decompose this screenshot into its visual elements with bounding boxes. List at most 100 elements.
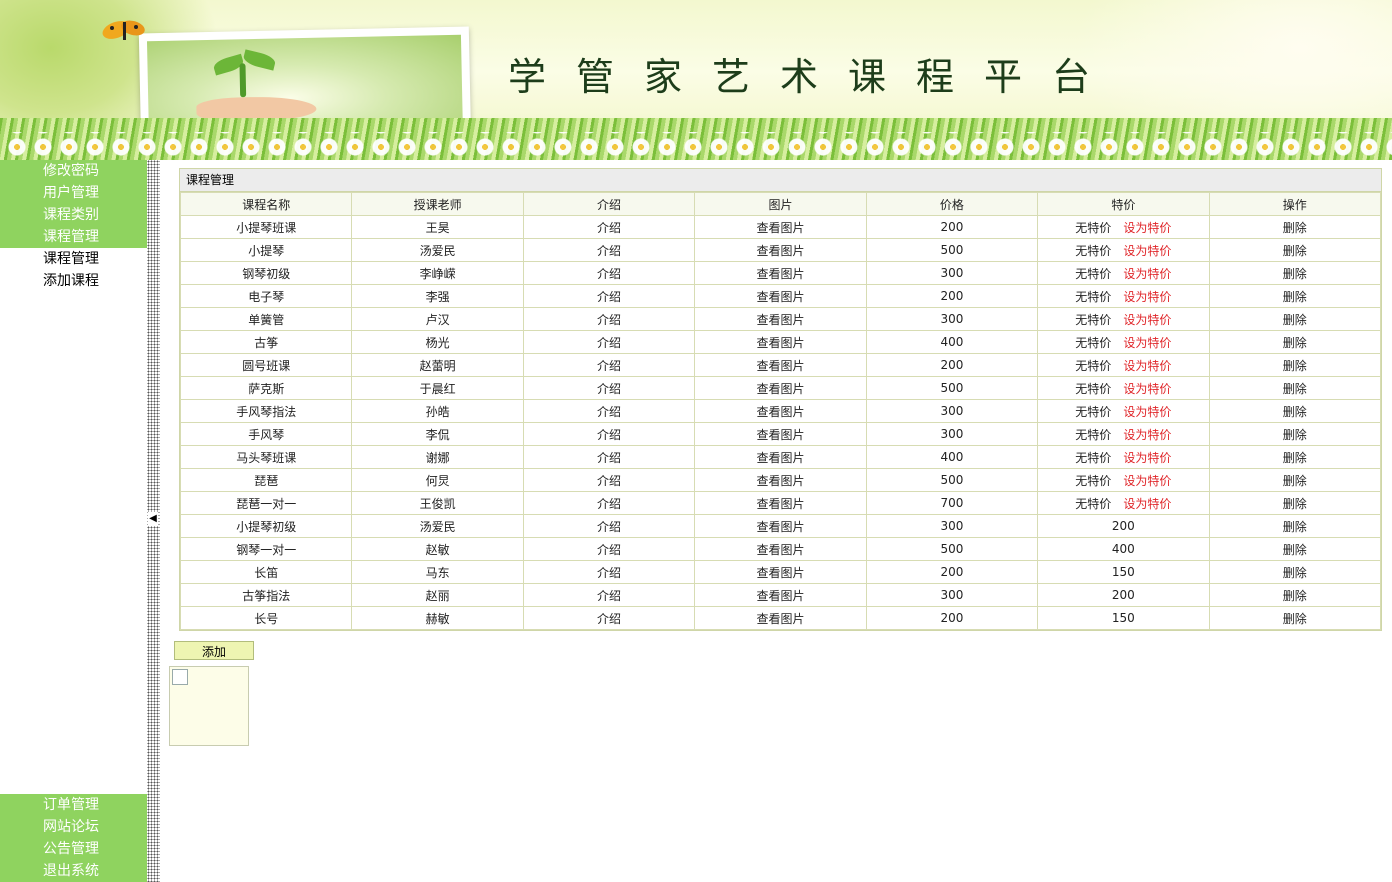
nav-logout[interactable]: 退出系统 — [0, 860, 147, 882]
teacher-cell: 赵敏 — [351, 537, 524, 561]
col-header-intro: 介绍 — [522, 192, 696, 216]
view-image-link[interactable]: 查看图片 — [694, 330, 867, 354]
delete-link[interactable]: 删除 — [1208, 353, 1382, 377]
nav-change-password[interactable]: 修改密码 — [0, 160, 147, 182]
delete-link[interactable]: 删除 — [1208, 307, 1382, 331]
intro-link[interactable]: 介绍 — [522, 238, 696, 262]
teacher-cell: 马东 — [351, 560, 524, 584]
set-special-link[interactable]: 设为特价 — [1123, 451, 1171, 465]
view-image-link[interactable]: 查看图片 — [694, 307, 867, 331]
nav-forum[interactable]: 网站论坛 — [0, 816, 147, 838]
nav-announcement-management[interactable]: 公告管理 — [0, 838, 147, 860]
view-image-link[interactable]: 查看图片 — [694, 468, 867, 492]
delete-link[interactable]: 删除 — [1208, 560, 1382, 584]
view-image-link[interactable]: 查看图片 — [694, 238, 867, 262]
delete-link[interactable]: 删除 — [1208, 537, 1382, 561]
table-row: 长号 赫敏 介绍 查看图片 200 150 删除 — [179, 606, 1382, 630]
collapse-sidebar-icon[interactable]: ◀ — [148, 512, 158, 526]
set-special-link[interactable]: 设为特价 — [1123, 428, 1171, 442]
delete-link[interactable]: 删除 — [1208, 445, 1382, 469]
subnav-course-management[interactable]: 课程管理 — [0, 248, 147, 270]
special-price-value: 无特价 — [1075, 450, 1112, 465]
intro-link[interactable]: 介绍 — [522, 537, 696, 561]
intro-link[interactable]: 介绍 — [522, 307, 696, 331]
price-cell: 500 — [865, 238, 1039, 262]
view-image-link[interactable]: 查看图片 — [694, 261, 867, 285]
set-special-link[interactable]: 设为特价 — [1123, 313, 1171, 327]
intro-link[interactable]: 介绍 — [522, 583, 696, 607]
special-price-value: 无特价 — [1075, 496, 1112, 511]
course-name-cell: 小提琴班课 — [179, 215, 353, 239]
set-special-link[interactable]: 设为特价 — [1123, 382, 1171, 396]
view-image-link[interactable]: 查看图片 — [694, 399, 867, 423]
nav-order-management[interactable]: 订单管理 — [0, 794, 147, 816]
special-price-cell: 200 — [1037, 514, 1210, 538]
intro-link[interactable]: 介绍 — [522, 445, 696, 469]
table-row: 手风琴 李侃 介绍 查看图片 300 无特价 设为特价 删除 — [179, 422, 1382, 446]
subnav-add-course[interactable]: 添加课程 — [0, 270, 147, 292]
view-image-link[interactable]: 查看图片 — [694, 491, 867, 515]
delete-link[interactable]: 删除 — [1208, 422, 1382, 446]
set-special-link[interactable]: 设为特价 — [1123, 359, 1171, 373]
delete-link[interactable]: 删除 — [1208, 606, 1382, 630]
intro-link[interactable]: 介绍 — [522, 514, 696, 538]
set-special-link[interactable]: 设为特价 — [1123, 290, 1171, 304]
delete-link[interactable]: 删除 — [1208, 330, 1382, 354]
view-image-link[interactable]: 查看图片 — [694, 376, 867, 400]
delete-link[interactable]: 删除 — [1208, 215, 1382, 239]
intro-link[interactable]: 介绍 — [522, 261, 696, 285]
intro-link[interactable]: 介绍 — [522, 491, 696, 515]
nav-course-category[interactable]: 课程类别 — [0, 204, 147, 226]
intro-link[interactable]: 介绍 — [522, 353, 696, 377]
delete-link[interactable]: 删除 — [1208, 284, 1382, 308]
set-special-link[interactable]: 设为特价 — [1123, 474, 1171, 488]
special-price-value: 无特价 — [1075, 289, 1112, 304]
intro-link[interactable]: 介绍 — [522, 606, 696, 630]
course-name-cell: 马头琴班课 — [179, 445, 353, 469]
special-price-value: 无特价 — [1075, 358, 1112, 373]
intro-link[interactable]: 介绍 — [522, 468, 696, 492]
intro-link[interactable]: 介绍 — [522, 284, 696, 308]
teacher-cell: 王昊 — [351, 215, 524, 239]
delete-link[interactable]: 删除 — [1208, 491, 1382, 515]
add-course-button[interactable]: 添加 — [174, 641, 254, 660]
view-image-link[interactable]: 查看图片 — [694, 514, 867, 538]
special-price-cell: 200 — [1037, 583, 1210, 607]
intro-link[interactable]: 介绍 — [522, 399, 696, 423]
view-image-link[interactable]: 查看图片 — [694, 606, 867, 630]
delete-link[interactable]: 删除 — [1208, 238, 1382, 262]
delete-link[interactable]: 删除 — [1208, 399, 1382, 423]
special-price-cell: 无特价 设为特价 — [1037, 261, 1210, 285]
delete-link[interactable]: 删除 — [1208, 376, 1382, 400]
set-special-link[interactable]: 设为特价 — [1123, 336, 1171, 350]
view-image-link[interactable]: 查看图片 — [694, 215, 867, 239]
set-special-link[interactable]: 设为特价 — [1123, 497, 1171, 511]
delete-link[interactable]: 删除 — [1208, 514, 1382, 538]
delete-link[interactable]: 删除 — [1208, 261, 1382, 285]
course-name-cell: 小提琴 — [179, 238, 353, 262]
set-special-link[interactable]: 设为特价 — [1123, 267, 1171, 281]
set-special-link[interactable]: 设为特价 — [1123, 405, 1171, 419]
view-image-link[interactable]: 查看图片 — [694, 353, 867, 377]
view-image-link[interactable]: 查看图片 — [694, 422, 867, 446]
delete-link[interactable]: 删除 — [1208, 468, 1382, 492]
view-image-link[interactable]: 查看图片 — [694, 284, 867, 308]
intro-link[interactable]: 介绍 — [522, 376, 696, 400]
set-special-link[interactable]: 设为特价 — [1123, 221, 1171, 235]
view-image-link[interactable]: 查看图片 — [694, 537, 867, 561]
table-row: 长笛 马东 介绍 查看图片 200 150 删除 — [179, 560, 1382, 584]
nav-course-management[interactable]: 课程管理 — [0, 226, 147, 248]
intro-link[interactable]: 介绍 — [522, 560, 696, 584]
delete-link[interactable]: 删除 — [1208, 583, 1382, 607]
view-image-link[interactable]: 查看图片 — [694, 445, 867, 469]
intro-link[interactable]: 介绍 — [522, 422, 696, 446]
intro-link[interactable]: 介绍 — [522, 215, 696, 239]
intro-link[interactable]: 介绍 — [522, 330, 696, 354]
view-image-link[interactable]: 查看图片 — [694, 560, 867, 584]
nav-user-management[interactable]: 用户管理 — [0, 182, 147, 204]
course-name-cell: 古筝指法 — [179, 583, 353, 607]
view-image-link[interactable]: 查看图片 — [694, 583, 867, 607]
set-special-link[interactable]: 设为特价 — [1123, 244, 1171, 258]
course-name-cell: 琵琶一对一 — [179, 491, 353, 515]
table-row: 琵琶 何炅 介绍 查看图片 500 无特价 设为特价 删除 — [179, 468, 1382, 492]
